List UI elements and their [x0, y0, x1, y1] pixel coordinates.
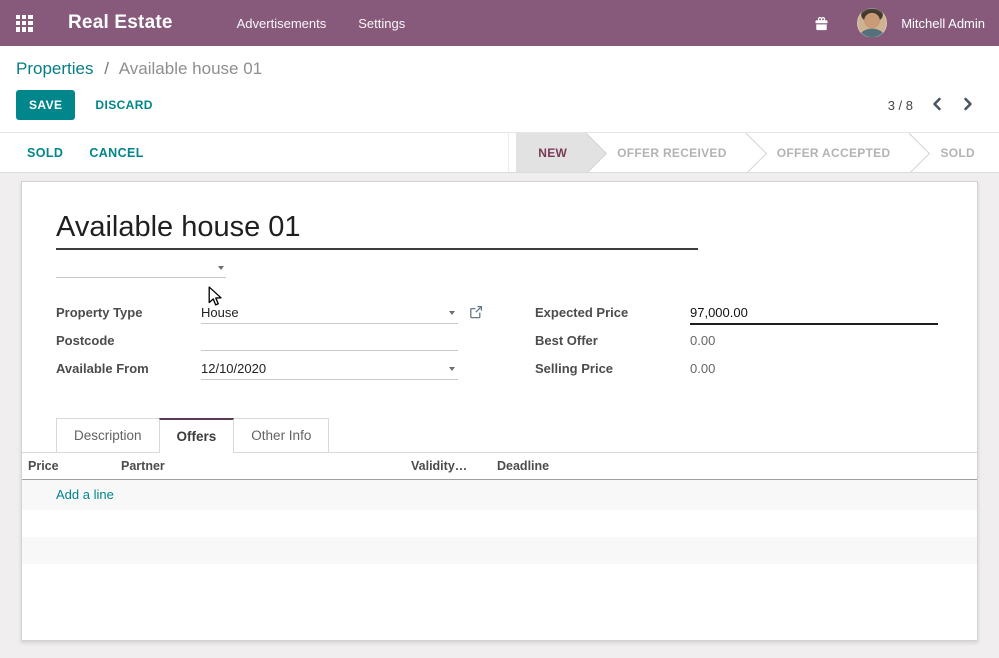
field-label: Available From	[56, 358, 201, 376]
field-label: Expected Price	[535, 302, 690, 320]
statusbar-buttons: SOLD CANCEL	[0, 133, 144, 172]
chevron-left-icon	[930, 97, 943, 114]
caret-down-icon	[449, 311, 455, 315]
navbar-menus: Advertisements Settings	[237, 16, 406, 31]
table-row	[22, 537, 977, 564]
tags-input[interactable]	[56, 259, 226, 278]
table-row	[22, 510, 977, 537]
gift-icon[interactable]	[814, 16, 829, 31]
apps-menu-button[interactable]	[0, 0, 48, 46]
offers-table: Price Partner Validity… Deadline Add a l…	[22, 453, 977, 564]
breadcrumb-properties[interactable]: Properties	[16, 59, 93, 78]
pager-next-button[interactable]	[960, 95, 977, 116]
field-best-offer: Best Offer 0.00	[535, 330, 943, 358]
notebook: Description Offers Other Info Price Part…	[22, 418, 977, 564]
column-header-partner[interactable]: Partner	[115, 453, 405, 480]
discard-button[interactable]: DISCARD	[95, 98, 152, 112]
user-avatar[interactable]	[857, 8, 887, 38]
field-available-from: Available From 12/10/2020	[56, 358, 492, 386]
top-navbar: Real Estate Advertisements Settings Mitc…	[0, 0, 999, 46]
actions-row: SAVE DISCARD 3 / 8	[16, 90, 983, 120]
sold-action-button[interactable]: SOLD	[27, 146, 63, 160]
selling-price-value: 0.00	[690, 358, 715, 376]
property-type-input[interactable]: House	[201, 302, 458, 324]
property-type-value: House	[201, 305, 239, 320]
add-line-row: Add a line	[22, 480, 977, 511]
save-button[interactable]: SAVE	[16, 90, 75, 120]
tab-bar: Description Offers Other Info	[22, 418, 977, 453]
breadcrumb-current: Available house 01	[119, 59, 262, 78]
tab-other-info[interactable]: Other Info	[233, 418, 329, 452]
tab-offers[interactable]: Offers	[159, 418, 235, 453]
best-offer-value: 0.00	[690, 330, 715, 348]
left-field-group: Property Type House	[56, 302, 492, 386]
field-property-type: Property Type House	[56, 302, 492, 330]
column-header-deadline[interactable]: Deadline	[491, 453, 977, 480]
status-step-offer-accepted[interactable]: OFFER ACCEPTED	[747, 133, 911, 172]
apps-grid-icon	[16, 15, 33, 32]
content-area: Available house 01 Property Type House	[0, 173, 999, 641]
status-steps: NEW OFFER RECEIVED OFFER ACCEPTED SOLD	[508, 133, 999, 172]
control-panel: Properties / Available house 01 SAVE DIS…	[0, 46, 999, 132]
form-sheet: Available house 01 Property Type House	[21, 181, 978, 641]
app-window: Real Estate Advertisements Settings Mitc…	[0, 0, 999, 658]
user-name[interactable]: Mitchell Admin	[901, 16, 985, 31]
tab-description[interactable]: Description	[56, 418, 160, 452]
chevron-right-icon	[962, 97, 975, 114]
right-field-group: Expected Price 97,000.00 Best Offer 0.00…	[535, 302, 943, 386]
column-header-price[interactable]: Price	[22, 453, 115, 480]
field-label: Property Type	[56, 302, 201, 320]
caret-down-icon	[218, 266, 224, 270]
record-pager: 3 / 8	[888, 95, 983, 116]
app-title[interactable]: Real Estate	[68, 12, 173, 34]
caret-down-icon	[449, 367, 455, 371]
add-a-line-link[interactable]: Add a line	[56, 487, 114, 502]
navbar-right: Mitchell Admin	[814, 8, 999, 38]
field-label: Best Offer	[535, 330, 690, 348]
menu-settings[interactable]: Settings	[358, 16, 405, 31]
pager-previous-button[interactable]	[928, 95, 945, 116]
expected-price-value: 97,000.00	[690, 305, 748, 320]
breadcrumb: Properties / Available house 01	[16, 59, 983, 79]
available-from-input[interactable]: 12/10/2020	[201, 358, 458, 380]
external-link-icon[interactable]	[469, 302, 483, 324]
field-groups: Property Type House	[56, 302, 943, 386]
cancel-action-button[interactable]: CANCEL	[89, 146, 143, 160]
offers-table-header: Price Partner Validity… Deadline	[22, 453, 977, 480]
expected-price-input[interactable]: 97,000.00	[690, 302, 938, 325]
field-postcode: Postcode	[56, 330, 492, 358]
status-step-offer-received[interactable]: OFFER RECEIVED	[587, 133, 747, 172]
field-label: Selling Price	[535, 358, 690, 376]
field-expected-price: Expected Price 97,000.00	[535, 302, 943, 330]
available-from-value: 12/10/2020	[201, 361, 266, 376]
breadcrumb-separator: /	[104, 59, 109, 78]
column-header-validity[interactable]: Validity…	[405, 453, 491, 480]
pager-value: 3 / 8	[888, 98, 913, 113]
page-title: Available house 01	[56, 210, 698, 244]
field-label: Postcode	[56, 330, 201, 348]
field-selling-price: Selling Price 0.00	[535, 358, 943, 386]
postcode-input[interactable]	[201, 330, 458, 351]
property-name-field[interactable]: Available house 01	[56, 210, 698, 250]
menu-advertisements[interactable]: Advertisements	[237, 16, 327, 31]
statusbar: SOLD CANCEL NEW OFFER RECEIVED OFFER ACC…	[0, 132, 999, 173]
status-step-new[interactable]: NEW	[516, 133, 587, 172]
